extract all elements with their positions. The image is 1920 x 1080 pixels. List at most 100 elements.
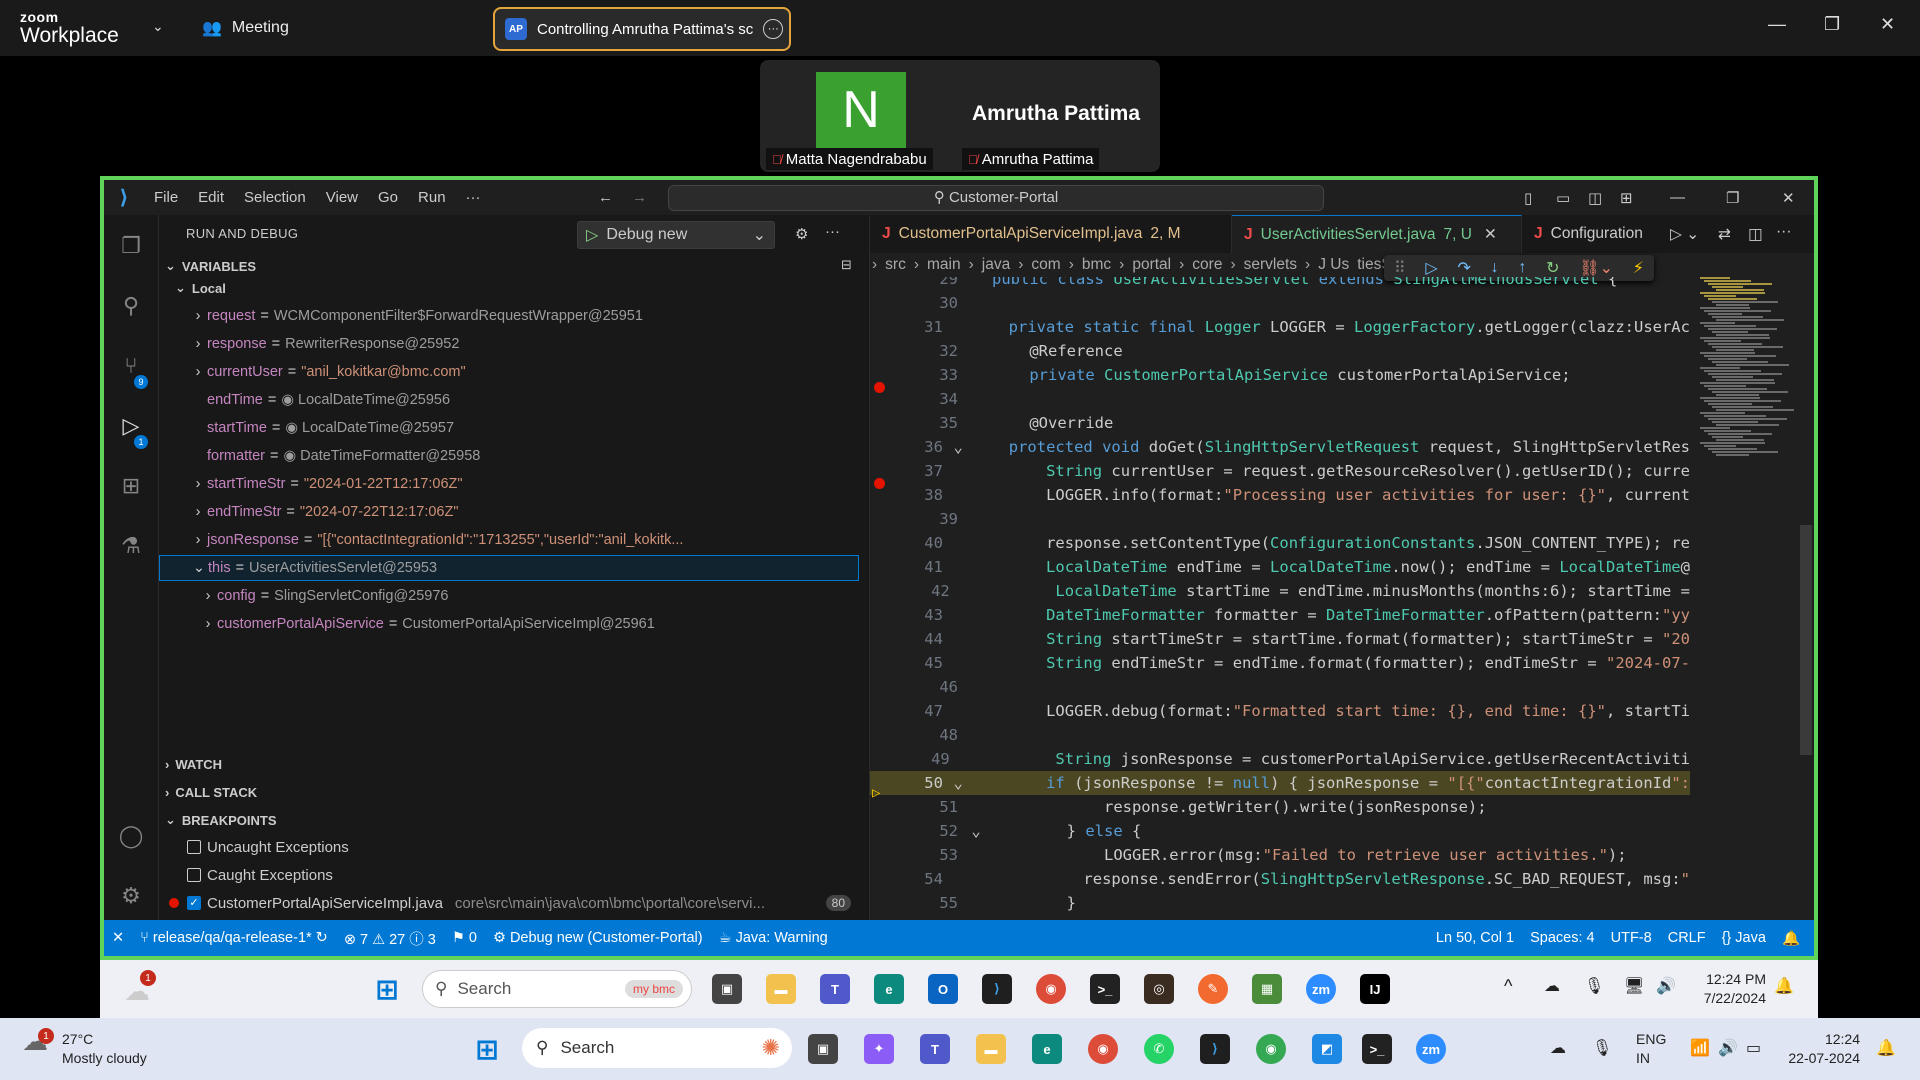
edge-icon[interactable]: e xyxy=(874,974,904,1004)
cloud-icon[interactable]: ☁ xyxy=(1544,976,1560,996)
variable-row[interactable]: › config = SlingServletConfig@25976 xyxy=(159,583,859,609)
watch-section-header[interactable]: › WATCH xyxy=(165,753,222,775)
remote-search-box[interactable]: ⚲ Search my bmc xyxy=(422,970,692,1008)
drag-handle-icon[interactable]: ⠿ xyxy=(1394,258,1406,278)
zoom-app-icon[interactable]: zm xyxy=(1306,974,1336,1004)
debug-settings-gear-icon[interactable]: ⚙ xyxy=(795,225,808,243)
editor-scrollbar[interactable] xyxy=(1800,525,1812,755)
more-icon[interactable]: ··· xyxy=(763,19,784,39)
minimap[interactable] xyxy=(1694,277,1794,920)
breakpoint-checkbox[interactable] xyxy=(187,840,201,854)
teams-icon[interactable]: T xyxy=(820,974,850,1004)
continue-icon[interactable]: ▷ xyxy=(1425,258,1437,278)
breadcrumb-item[interactable]: bmc xyxy=(1082,256,1111,274)
code-line[interactable]: 37 String currentUser = request.getResou… xyxy=(870,459,1690,489)
menu-selection[interactable]: Selection xyxy=(234,189,316,206)
ports-status[interactable]: ⚑ 0 xyxy=(444,930,485,946)
code-line[interactable]: 31 private static final Logger LOGGER = … xyxy=(870,315,1690,339)
code-line[interactable]: 45 String endTimeStr = endTime.format(fo… xyxy=(870,651,1690,675)
code-line[interactable]: 54 response.sendError(SlingHttpServletRe… xyxy=(870,867,1690,891)
code-line[interactable]: 38 LOGGER.info(format:"Processing user a… xyxy=(870,483,1690,507)
extensions-icon[interactable]: ⊞ xyxy=(116,471,146,501)
debug-status[interactable]: ⚙ Debug new (Customer-Portal) xyxy=(485,930,711,946)
split-editor-icon[interactable]: ◫ xyxy=(1748,225,1763,244)
code-line[interactable]: 34 xyxy=(870,387,1690,411)
chevron-right-icon[interactable]: › xyxy=(189,308,207,324)
close-icon[interactable]: ✕ xyxy=(1880,14,1895,35)
chevron-up-icon[interactable]: ^ xyxy=(1504,976,1512,997)
zoom-app-icon[interactable]: zm xyxy=(1416,1034,1446,1064)
code-line[interactable]: 30 xyxy=(870,291,1690,315)
whatsapp-icon[interactable]: ✆ xyxy=(1144,1034,1174,1064)
file-explorer-icon[interactable]: ▬ xyxy=(976,1034,1006,1064)
window-restore-icon[interactable]: ❐ xyxy=(1726,189,1739,207)
vscode-taskbar-icon[interactable]: ⟩ xyxy=(1200,1034,1230,1064)
eol-status[interactable]: CRLF xyxy=(1660,930,1714,946)
more-actions-icon[interactable]: ··· xyxy=(1776,223,1792,241)
variable-row[interactable]: formatter = ◉ DateTimeFormatter@25958 xyxy=(159,443,859,469)
toggle-panel-icon[interactable]: ▭ xyxy=(1556,189,1570,207)
task-view-icon[interactable]: ▣ xyxy=(808,1034,838,1064)
chrome-icon[interactable]: ◉ xyxy=(1088,1034,1118,1064)
variable-row[interactable]: › jsonResponse = "[{"contactIntegrationId":… xyxy=(159,527,859,553)
code-line[interactable]: 29 public class UserActivitiesServlet ext… xyxy=(870,277,1690,291)
vscode-taskbar-icon[interactable]: ⟩ xyxy=(982,974,1012,1004)
indentation-status[interactable]: Spaces: 4 xyxy=(1522,930,1603,946)
variable-row[interactable]: startTime = ◉ LocalDateTime@25957 xyxy=(159,415,859,441)
window-close-icon[interactable]: ✕ xyxy=(1782,189,1795,207)
participant-tile[interactable]: N Amrutha Pattima 🎙̸ Matta Nagendrababu … xyxy=(760,60,1160,172)
settings-gear-icon[interactable]: ⚙ xyxy=(116,881,146,911)
mic-icon[interactable]: 🎙 xyxy=(1592,1038,1612,1058)
compare-changes-icon[interactable]: ⇄ xyxy=(1718,225,1731,244)
code-line[interactable]: 44 String startTimeStr = startTime.forma… xyxy=(870,627,1690,651)
variable-row[interactable]: › currentUser = "anil_kokitkar@bmc.com" xyxy=(159,359,859,385)
variable-row[interactable]: › customerPortalApiService = CustomerPortal… xyxy=(159,611,859,637)
code-editor[interactable]: 29 public class UserActivitiesServlet ext… xyxy=(870,277,1690,920)
code-line[interactable]: 46 xyxy=(870,675,1690,699)
variables-section-header[interactable]: ⌄ VARIABLES xyxy=(165,255,256,277)
weather-widget[interactable]: ☁ 1 27°C Mostly cloudy xyxy=(22,1028,147,1068)
remote-clock[interactable]: 12:24 PM 7/22/2024 xyxy=(1704,970,1766,1008)
local-scope-header[interactable]: ⌄ Local xyxy=(175,277,226,299)
battery-icon[interactable]: ▭ xyxy=(1746,1038,1761,1058)
call-stack-section-header[interactable]: › CALL STACK xyxy=(165,781,257,803)
chevron-right-icon[interactable]: › xyxy=(189,476,207,492)
variable-row[interactable]: › endTimeStr = "2024-07-22T12:17:06Z" xyxy=(159,499,859,525)
fold-chevron-icon[interactable]: ⌄ xyxy=(945,438,972,456)
tab-configuration[interactable]: J Configuration xyxy=(1522,215,1658,253)
tab-customer-portal-api-service-impl[interactable]: J CustomerPortalApiServiceImpl.java 2, M xyxy=(870,215,1232,253)
step-into-icon[interactable]: ↓ xyxy=(1491,259,1499,277)
toggle-secondary-sidebar-icon[interactable]: ◫ xyxy=(1588,189,1602,207)
local-search-box[interactable]: ⚲ Search ✺ xyxy=(522,1028,792,1068)
code-line[interactable]: 48 xyxy=(870,723,1690,747)
explorer-icon[interactable]: ❐ xyxy=(116,231,146,261)
restore-icon[interactable]: ❐ xyxy=(1824,14,1840,35)
code-line[interactable]: 52 ⌄ } else { xyxy=(870,819,1690,843)
forward-arrow-icon[interactable]: → xyxy=(632,189,647,206)
breakpoints-section-header[interactable]: ⌄ BREAKPOINTS xyxy=(165,809,277,831)
tab-close-icon[interactable]: ✕ xyxy=(1484,225,1497,244)
search-icon[interactable]: ⚲ xyxy=(116,291,146,321)
menu-edit[interactable]: Edit xyxy=(188,189,234,206)
terminal-icon[interactable]: >_ xyxy=(1090,974,1120,1004)
intellij-icon[interactable]: IJ xyxy=(1360,974,1390,1004)
code-line[interactable]: 35 @Override xyxy=(870,411,1690,435)
app-icon[interactable]: ◎ xyxy=(1144,974,1174,1004)
debug-config-select[interactable]: ▷ Debug new ⌄ xyxy=(577,221,775,249)
chrome-profile-icon[interactable]: ◉ xyxy=(1256,1034,1286,1064)
remote-control-banner[interactable]: AP Controlling Amrutha Pattima's sc ··· xyxy=(493,7,791,51)
windows-start-icon[interactable]: ⊞ xyxy=(472,1034,502,1065)
code-line[interactable]: 55 } xyxy=(870,891,1690,915)
breadcrumb-item[interactable]: portal xyxy=(1132,256,1171,274)
menu-view[interactable]: View xyxy=(316,189,368,206)
menu-run[interactable]: Run xyxy=(408,189,456,206)
breadcrumb-item[interactable]: java xyxy=(982,256,1010,274)
breadcrumb-item[interactable]: src xyxy=(885,256,906,274)
breakpoint-checkbox[interactable] xyxy=(187,868,201,882)
notifications-icon[interactable]: 🔔 xyxy=(1774,930,1814,947)
chevron-right-icon[interactable]: › xyxy=(199,616,217,632)
disconnect-icon[interactable]: ⛓⌄ xyxy=(1579,258,1613,278)
breakpoint-row[interactable]: ✓ CustomerPortalApiServiceImpl.java core\s… xyxy=(159,891,859,915)
minimize-icon[interactable]: — xyxy=(1768,14,1786,35)
breadcrumb-item[interactable]: J Us xyxy=(1318,256,1349,274)
